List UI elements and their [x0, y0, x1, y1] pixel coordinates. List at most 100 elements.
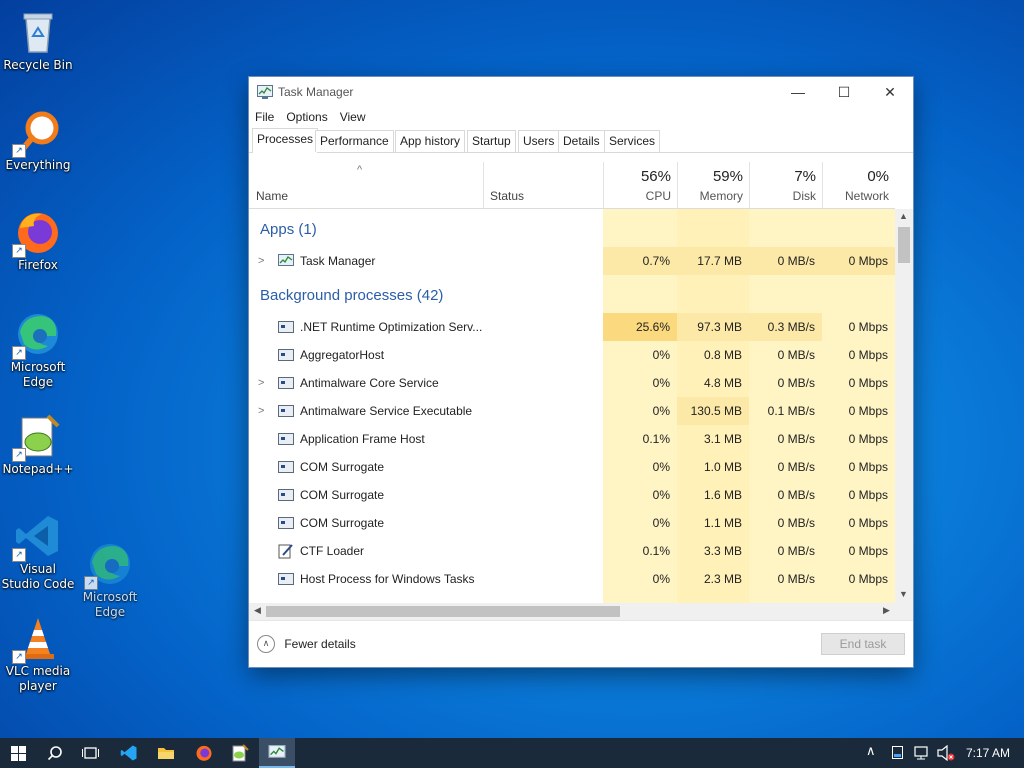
cpu-value: 0.7% [603, 247, 677, 275]
task-manager-window: Task Manager — ☐ ✕ File Options View Proce… [249, 77, 913, 667]
expand-chevron-icon[interactable]: > [258, 369, 264, 397]
desktop-icon-recycle-bin[interactable]: Recycle Bin [0, 8, 76, 73]
column-header-cpu[interactable]: 56% CPU [603, 162, 678, 208]
network-wired-icon[interactable] [913, 745, 929, 761]
menu-view[interactable]: View [334, 107, 372, 124]
expand-chevron-icon[interactable]: > [258, 397, 264, 425]
tab-performance[interactable]: Performance [315, 130, 394, 152]
memory-value: 130.5 MB [677, 397, 749, 425]
scroll-left-arrow-icon[interactable]: ◀ [254, 605, 261, 616]
group-header-background: Background processes (42) [260, 287, 444, 304]
process-row[interactable]: COM Surrogate 0% 1.0 MB 0 MB/s 0 Mbps [249, 453, 895, 481]
recycle-bin-icon [14, 8, 62, 56]
task-view-button[interactable] [72, 738, 108, 768]
process-row[interactable]: Host Process for Windows Tasks 0% 2.3 MB… [249, 565, 895, 593]
desktop-icon-firefox[interactable]: ↗ Firefox [0, 208, 76, 273]
end-task-button[interactable]: End task [821, 633, 905, 655]
fewer-details-button[interactable]: ∧ Fewer details [257, 635, 356, 653]
taskbar-clock[interactable]: 7:17 AM [966, 738, 1010, 768]
desktop-icon-label: Microsoft Edge [82, 590, 138, 619]
tab-processes[interactable]: Processes [252, 128, 319, 153]
column-header-memory[interactable]: 59% Memory [677, 162, 750, 208]
search-button[interactable] [36, 738, 72, 768]
network-value: 0 Mbps [848, 516, 888, 530]
process-row[interactable]: CTF Loader 0.1% 3.3 MB 0 MB/s 0 Mbps [249, 537, 895, 565]
cpu-value: 0.1% [642, 432, 670, 446]
process-name: COM Surrogate [300, 488, 385, 502]
process-row[interactable]: > Antimalware Core Service 0% 4.8 MB 0 M… [249, 369, 895, 397]
desktop-icon-microsoft-edge[interactable]: ↗ Microsoft Edge [0, 310, 76, 390]
taskbar-file-explorer[interactable] [148, 738, 184, 768]
disk-value: 0 MB/s [777, 572, 815, 586]
process-row[interactable]: .NET Runtime Optimization Serv... 25.6% … [249, 313, 895, 341]
menu-options[interactable]: Options [280, 107, 333, 124]
tab-app-history[interactable]: App history [395, 130, 466, 152]
column-header-disk[interactable]: 7% Disk [749, 162, 823, 208]
process-row[interactable]: COM Surrogate 0% 1.6 MB 0 MB/s 0 Mbps [249, 481, 895, 509]
footer-bar: ∧ Fewer details End task [249, 620, 913, 668]
minimize-button[interactable]: — [775, 77, 821, 107]
taskbar-task-manager[interactable] [259, 738, 295, 768]
column-header-status[interactable]: Status [483, 162, 604, 208]
network-value: 0 Mbps [848, 320, 888, 334]
disk-value: 0 MB/s [777, 516, 815, 530]
tab-users[interactable]: Users [518, 130, 560, 152]
process-name: COM Surrogate [300, 460, 385, 474]
taskbar-vscode[interactable] [110, 738, 146, 768]
expand-chevron-icon[interactable]: > [258, 247, 264, 275]
close-button[interactable]: ✕ [867, 77, 913, 107]
disk-column-label: Disk [792, 189, 816, 203]
desktop-icon-everything[interactable]: ↗ Everything [0, 108, 76, 173]
column-header-network[interactable]: 0% Network [822, 162, 895, 208]
tab-startup[interactable]: Startup [467, 130, 516, 152]
memory-value: 4.8 MB [703, 376, 742, 390]
desktop-icon-vlc[interactable]: ↗ VLC media player [0, 614, 76, 694]
process-row[interactable]: Application Frame Host 0.1% 3.1 MB 0 MB/… [249, 425, 895, 453]
process-list: Apps (1) > Task Manager 0.7% 17.7 MB 0 M… [249, 209, 895, 603]
process-row[interactable]: COM Surrogate 0% 1.1 MB 0 MB/s 0 Mbps [249, 509, 895, 537]
vertical-scroll-thumb[interactable] [898, 227, 910, 263]
start-button[interactable] [0, 738, 36, 768]
horizontal-scrollbar[interactable]: ◀ ▶ [249, 603, 895, 620]
maximize-button[interactable]: ☐ [821, 77, 867, 107]
vertical-scrollbar[interactable]: ▲ ▼ [895, 209, 913, 603]
memory-column-label: Memory [699, 189, 743, 203]
shortcut-arrow-icon: ↗ [12, 144, 26, 158]
tab-bar: Processes Performance App history Startu… [249, 128, 913, 153]
memory-value: 3.3 MB [703, 544, 742, 558]
memory-value: 0.8 MB [703, 348, 742, 362]
scroll-down-arrow-icon[interactable]: ▼ [899, 589, 908, 599]
title-bar[interactable]: Task Manager — ☐ ✕ [249, 77, 913, 107]
taskbar-notepad-plus-plus[interactable] [222, 738, 258, 768]
windows-logo-icon [11, 746, 26, 761]
window-title: Task Manager [278, 85, 354, 99]
show-hidden-icons-chevron[interactable]: ∧ [866, 744, 876, 759]
horizontal-scroll-thumb[interactable] [266, 606, 620, 617]
volume-muted-icon[interactable] [937, 745, 955, 761]
menu-file[interactable]: File [249, 107, 280, 124]
scroll-up-arrow-icon[interactable]: ▲ [899, 211, 908, 221]
column-header-name[interactable]: ^ Name [249, 162, 484, 208]
desktop-icon-notepad-plus-plus[interactable]: ↗ Notepad++ [0, 412, 76, 477]
taskbar-firefox[interactable] [186, 738, 222, 768]
column-header-row: ^ Name Status 56% CPU 59% Memory 7% Disk… [249, 162, 895, 209]
memory-value: 17.7 MB [677, 247, 749, 275]
tab-details[interactable]: Details [558, 130, 605, 152]
tab-services[interactable]: Services [604, 130, 661, 152]
process-name: AggregatorHost [300, 348, 385, 362]
cpu-value: 0% [652, 376, 670, 390]
process-row[interactable]: > Antimalware Service Executable 0% 130.… [249, 397, 895, 425]
service-icon [278, 517, 294, 529]
desktop-icon-microsoft-edge-2[interactable]: ↗ Microsoft Edge [72, 540, 148, 620]
process-name: Application Frame Host [300, 432, 425, 446]
scroll-right-arrow-icon[interactable]: ▶ [883, 605, 890, 616]
process-row[interactable]: > Task Manager 0.7% 17.7 MB 0 MB/s 0 Mbp… [249, 247, 895, 275]
disk-value: 0 MB/s [777, 376, 815, 390]
cpu-total-percent: 56% [640, 168, 671, 185]
network-total-percent: 0% [867, 168, 889, 185]
menu-bar: File Options View [249, 107, 913, 127]
desktop-icon-visual-studio-code[interactable]: ↗ Visual Studio Code [0, 512, 76, 592]
scrollbar-corner [895, 603, 913, 620]
process-row[interactable]: AggregatorHost 0% 0.8 MB 0 MB/s 0 Mbps [249, 341, 895, 369]
storage-device-icon[interactable] [892, 746, 903, 759]
